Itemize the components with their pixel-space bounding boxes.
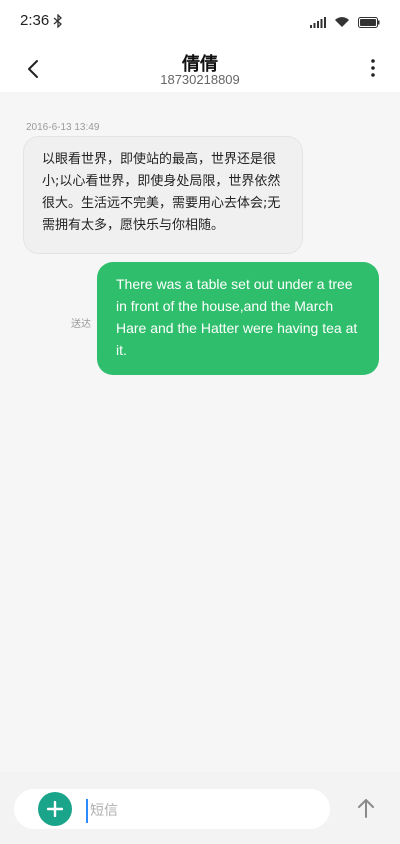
delivery-status: 送达 (71, 319, 91, 330)
message-list[interactable]: 2016-6-13 13:49 以眼看世界，即使站的最高，世界还是很小;以心看世… (0, 92, 400, 772)
conversation-header: 倩倩 18730218809 (0, 44, 400, 92)
battery-icon (358, 13, 380, 32)
composer-bar (0, 772, 400, 844)
add-attachment-button[interactable] (38, 792, 72, 826)
send-button[interactable] (354, 796, 378, 820)
status-bar: 2:36 (0, 0, 400, 44)
bluetooth-icon (53, 13, 63, 32)
system-icons (310, 13, 380, 32)
status-time: 2:36 (20, 12, 50, 29)
incoming-message-bubble[interactable]: 以眼看世界，即使站的最高，世界还是很小;以心看世界，即使身处局限，世界依然很大。… (23, 136, 303, 254)
signal-icon (310, 13, 326, 32)
plus-icon (47, 801, 63, 817)
contact-phone: 18730218809 (160, 72, 240, 87)
sms-input[interactable] (86, 799, 312, 823)
more-button[interactable] (366, 56, 380, 80)
message-timestamp: 2016-6-13 13:49 (26, 122, 100, 133)
wifi-icon (334, 13, 350, 32)
more-vertical-icon (371, 59, 375, 77)
arrow-up-icon (358, 799, 374, 818)
outgoing-message-bubble[interactable]: There was a table set out under a tree i… (97, 262, 379, 375)
composer-field-container (14, 789, 330, 829)
